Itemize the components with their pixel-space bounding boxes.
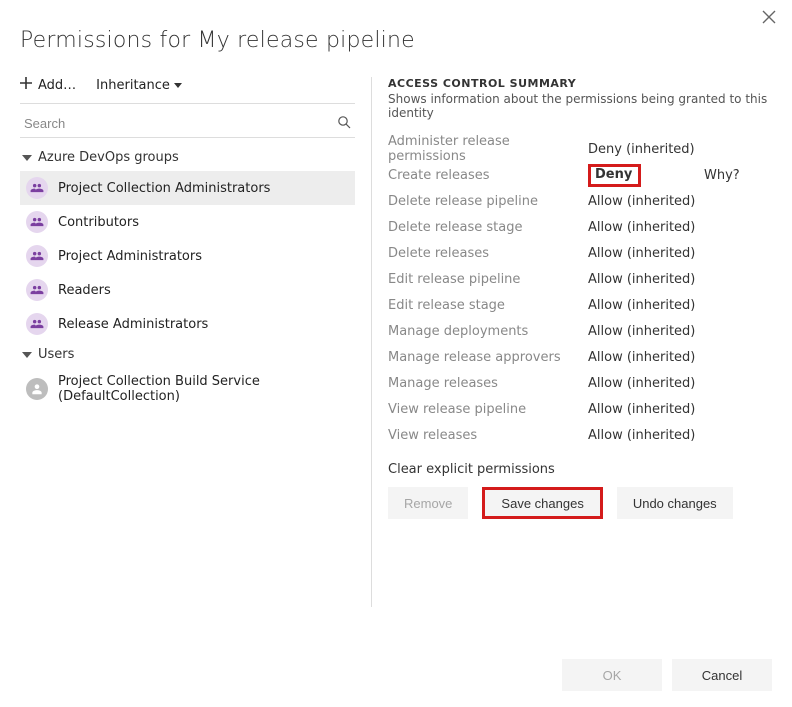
group-icon xyxy=(26,177,48,199)
inheritance-label: Inheritance xyxy=(96,78,170,93)
chevron-down-icon xyxy=(22,155,32,161)
group-icon xyxy=(26,313,48,335)
perm-row: View release pipeline Allow (inherited) xyxy=(388,396,772,422)
ok-button[interactable]: OK xyxy=(562,659,662,691)
group-icon xyxy=(26,279,48,301)
permissions-dialog: Permissions for My release pipeline Add…… xyxy=(0,0,792,707)
highlight-box: Deny xyxy=(588,164,641,187)
perm-label: View release pipeline xyxy=(388,402,588,417)
chevron-down-icon xyxy=(22,352,32,358)
identity-row-release-administrators[interactable]: Release Administrators xyxy=(20,307,355,341)
identity-name: Readers xyxy=(58,283,111,298)
perm-row: Edit release pipeline Allow (inherited) xyxy=(388,266,772,292)
perm-value[interactable]: Allow (inherited) xyxy=(588,428,704,443)
chevron-down-icon xyxy=(174,83,182,88)
save-changes-button[interactable]: Save changes xyxy=(482,487,602,519)
perm-value[interactable]: Allow (inherited) xyxy=(588,298,704,313)
perm-row: Delete release pipeline Allow (inherited… xyxy=(388,188,772,214)
search-input[interactable] xyxy=(20,110,355,138)
group-icon xyxy=(26,211,48,233)
perm-value[interactable]: Allow (inherited) xyxy=(588,194,704,209)
perm-label: Delete release pipeline xyxy=(388,194,588,209)
identity-name: Release Administrators xyxy=(58,317,208,332)
undo-changes-button[interactable]: Undo changes xyxy=(617,487,733,519)
perm-label: Administer release permissions xyxy=(388,134,588,164)
perm-row: Manage releases Allow (inherited) xyxy=(388,370,772,396)
divider xyxy=(20,103,355,104)
perm-value[interactable]: Allow (inherited) xyxy=(588,376,704,391)
identity-row-build-service[interactable]: Project Collection Build Service (Defaul… xyxy=(20,368,355,410)
clear-explicit-text: Clear explicit permissions xyxy=(388,462,772,477)
add-label: Add… xyxy=(38,78,76,93)
perm-label: Delete releases xyxy=(388,246,588,261)
identity-name: Project Collection Administrators xyxy=(58,181,270,196)
perm-label: View releases xyxy=(388,428,588,443)
group-icon xyxy=(26,245,48,267)
perm-label: Edit release stage xyxy=(388,298,588,313)
identity-list-pane: Add… Inheritance Azure DevOps groups xyxy=(20,77,365,607)
perm-value[interactable]: Allow (inherited) xyxy=(588,350,704,365)
permission-grid: Administer release permissions Deny (inh… xyxy=(388,136,772,448)
perm-value[interactable]: Allow (inherited) xyxy=(588,272,704,287)
identity-toolbar: Add… Inheritance xyxy=(20,77,355,93)
identity-row-project-collection-administrators[interactable]: Project Collection Administrators xyxy=(20,171,355,205)
perm-value[interactable]: Allow (inherited) xyxy=(588,324,704,339)
perm-row: Delete release stage Allow (inherited) xyxy=(388,214,772,240)
dialog-footer: OK Cancel xyxy=(562,659,772,691)
user-icon xyxy=(26,378,48,400)
users-header[interactable]: Users xyxy=(20,341,355,368)
search-wrapper xyxy=(20,110,355,138)
perm-label: Create releases xyxy=(388,168,588,183)
add-button[interactable]: Add… xyxy=(20,77,76,93)
perm-row: Edit release stage Allow (inherited) xyxy=(388,292,772,318)
perm-label: Manage release approvers xyxy=(388,350,588,365)
divider-vertical xyxy=(371,77,372,607)
groups-header[interactable]: Azure DevOps groups xyxy=(20,144,355,171)
identity-list: Azure DevOps groups Project Collection A… xyxy=(20,144,355,607)
remove-button[interactable]: Remove xyxy=(388,487,468,519)
perm-value[interactable]: Allow (inherited) xyxy=(588,220,704,235)
perm-row: Administer release permissions Deny (inh… xyxy=(388,136,772,162)
perm-label: Delete release stage xyxy=(388,220,588,235)
identity-row-readers[interactable]: Readers xyxy=(20,273,355,307)
inheritance-dropdown[interactable]: Inheritance xyxy=(96,78,182,93)
acs-heading: ACCESS CONTROL SUMMARY xyxy=(388,77,772,90)
perm-row: Create releases Deny Why? xyxy=(388,162,772,188)
perm-row: Manage deployments Allow (inherited) xyxy=(388,318,772,344)
perm-row: Manage release approvers Allow (inherite… xyxy=(388,344,772,370)
perm-label: Manage releases xyxy=(388,376,588,391)
perm-label: Edit release pipeline xyxy=(388,272,588,287)
cancel-button[interactable]: Cancel xyxy=(672,659,772,691)
perm-value[interactable]: Allow (inherited) xyxy=(588,246,704,261)
plus-icon xyxy=(20,77,32,93)
perm-value[interactable]: Deny (inherited) xyxy=(588,142,704,157)
close-icon[interactable] xyxy=(762,10,776,28)
identity-name: Contributors xyxy=(58,215,139,230)
identity-name: Project Collection Build Service (Defaul… xyxy=(58,374,349,404)
permission-buttons: Remove Save changes Undo changes xyxy=(388,487,772,519)
perm-label: Manage deployments xyxy=(388,324,588,339)
identity-name: Project Administrators xyxy=(58,249,202,264)
identity-row-contributors[interactable]: Contributors xyxy=(20,205,355,239)
perm-value[interactable]: Allow (inherited) xyxy=(588,402,704,417)
dialog-title: Permissions for My release pipeline xyxy=(20,28,772,53)
users-header-label: Users xyxy=(38,347,74,362)
perm-value[interactable]: Deny xyxy=(588,164,704,187)
identity-row-project-administrators[interactable]: Project Administrators xyxy=(20,239,355,273)
perm-why-link[interactable]: Why? xyxy=(704,168,740,183)
perm-row: Delete releases Allow (inherited) xyxy=(388,240,772,266)
groups-header-label: Azure DevOps groups xyxy=(38,150,179,165)
permission-detail-pane: ACCESS CONTROL SUMMARY Shows information… xyxy=(388,77,772,607)
acs-subheading: Shows information about the permissions … xyxy=(388,92,772,120)
perm-row: View releases Allow (inherited) xyxy=(388,422,772,448)
